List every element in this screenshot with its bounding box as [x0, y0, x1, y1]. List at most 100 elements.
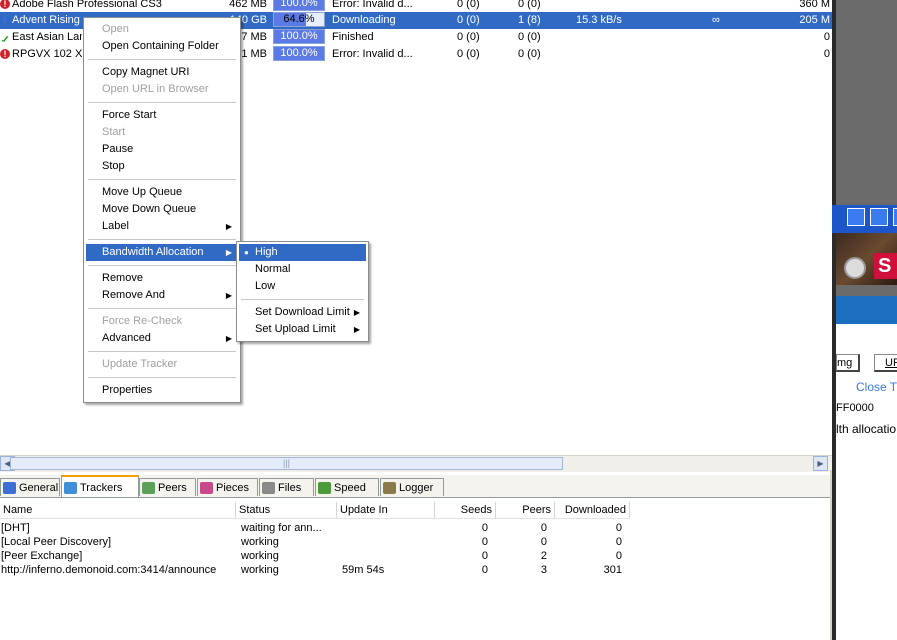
submenu-arrow-icon: ▶ [353, 325, 360, 334]
column-header-seeds[interactable]: Seeds [435, 502, 496, 518]
menu-item-remove-and[interactable]: Remove And ▶ [86, 287, 238, 304]
column-header-update-in[interactable]: Update In [337, 502, 435, 518]
column-header-status[interactable]: Status [236, 502, 337, 518]
menu-item-high[interactable]: High ● [239, 244, 366, 261]
menu-item-label: Update Tracker [102, 358, 178, 370]
checkmark-icon: ✓ [0, 33, 10, 42]
menu-separator [88, 179, 236, 180]
bandwidth-text: lth allocatio [836, 422, 897, 436]
trackers-icon [64, 482, 77, 494]
menu-separator [88, 102, 236, 103]
minimize-icon[interactable] [847, 208, 865, 226]
error-icon: ! [0, 49, 10, 59]
menu-item-start: Start [86, 124, 238, 141]
radio-dot-icon: ● [244, 248, 249, 257]
tab-trackers[interactable]: Trackers [61, 475, 139, 497]
close-icon[interactable] [893, 208, 897, 226]
page-content: mg UR Close T FF0000 lth allocatio [836, 324, 897, 640]
maximize-icon[interactable] [870, 208, 888, 226]
menu-item-label: Set Upload Limit [255, 323, 336, 335]
tracker-cell: 0 [481, 536, 488, 548]
menu-item-remove[interactable]: Remove [86, 270, 238, 287]
tracker-cell: waiting for ann... [241, 522, 322, 534]
scroll-right-button[interactable]: ▶ [813, 456, 828, 471]
torrent-uploaded: 0 [823, 31, 830, 43]
tracker-cell: [DHT] [1, 522, 30, 534]
progress-bar: 100.0% [273, 46, 325, 61]
menu-item-normal[interactable]: Normal [239, 261, 366, 278]
tab-label: Trackers [80, 482, 123, 494]
logger-icon [383, 482, 396, 494]
menu-item-force-start[interactable]: Force Start [86, 107, 238, 124]
menu-item-set-upload-limit[interactable]: Set Upload Limit ▶ [239, 321, 366, 338]
progress-label: 100.0% [280, 30, 318, 42]
bandwidth-allocation-submenu: High ● Normal Low Set Download Limit ▶ Set Upl… [236, 241, 369, 342]
tracker-row[interactable]: [Local Peer Discovery] working 0 0 0 [0, 535, 630, 549]
tracker-cell: 0 [481, 522, 488, 534]
progress-label: 100.0% [280, 0, 318, 9]
menu-item-label: Label [102, 220, 129, 232]
tracker-cell: 0 [481, 550, 488, 562]
tab-speed[interactable]: Speed [315, 478, 379, 496]
magnifier-icon [844, 257, 866, 279]
img-button[interactable]: mg [836, 354, 860, 372]
menu-item-label: High [255, 246, 278, 258]
tab-logger[interactable]: Logger [380, 478, 444, 496]
tracker-cell: 0 [540, 522, 547, 534]
scroll-thumb[interactable]: ||| [10, 457, 563, 470]
tab-pieces[interactable]: Pieces [197, 478, 258, 496]
menu-item-properties[interactable]: Properties [86, 382, 238, 399]
menu-item-label: Start [102, 126, 126, 138]
download-arrow-icon: ⬇ [0, 15, 10, 25]
tab-peers[interactable]: Peers [139, 478, 196, 496]
url-button[interactable]: UR [874, 354, 897, 372]
menu-item-advanced[interactable]: Advanced ▶ [86, 330, 238, 347]
banner-image: S [836, 233, 897, 285]
menu-item-label[interactable]: Label ▶ [86, 218, 238, 235]
torrent-seeds: 0 (0) [457, 14, 480, 26]
menu-separator [241, 299, 364, 300]
menu-item-pause[interactable]: Pause [86, 141, 238, 158]
torrent-peers: 0 (0) [518, 31, 541, 43]
menu-item-force-re-check: Force Re-Check [86, 313, 238, 330]
tracker-cell: [Peer Exchange] [1, 550, 83, 562]
tab-general[interactable]: General [0, 478, 60, 496]
menu-item-copy-magnet-uri[interactable]: Copy Magnet URI [86, 64, 238, 81]
column-header-peers[interactable]: Peers [496, 502, 555, 518]
tab-label: Pieces [216, 482, 250, 494]
menu-item-label: Remove [102, 272, 143, 284]
menu-item-bandwidth-allocation[interactable]: Bandwidth Allocation ▶ [86, 244, 238, 261]
color-code-text: FF0000 [836, 402, 874, 414]
horizontal-scrollbar[interactable]: ◀ ||| ▶ [0, 455, 832, 472]
menu-item-label: Bandwidth Allocation [102, 246, 204, 258]
menu-separator [88, 377, 236, 378]
tracker-cell: working [241, 550, 279, 562]
menu-item-stop[interactable]: Stop [86, 158, 238, 175]
menu-item-move-up-queue[interactable]: Move Up Queue [86, 184, 238, 201]
column-header-name[interactable]: Name [0, 502, 236, 518]
torrent-uploaded: 205 M [799, 14, 830, 26]
submenu-arrow-icon: ▶ [353, 308, 360, 317]
tracker-row[interactable]: [DHT] waiting for ann... 0 0 0 [0, 521, 630, 535]
menu-item-move-down-queue[interactable]: Move Down Queue [86, 201, 238, 218]
menu-item-label: Remove And [102, 289, 165, 301]
tracker-row[interactable]: http://inferno.demonoid.com:3414/announc… [0, 563, 630, 577]
menu-item-set-download-limit[interactable]: Set Download Limit ▶ [239, 304, 366, 321]
torrent-peers: 0 (0) [518, 48, 541, 60]
close-link[interactable]: Close T [856, 380, 897, 394]
background-window: S mg UR Close T FF0000 lth allocatio [832, 0, 897, 640]
tracker-cell: [Local Peer Discovery] [1, 536, 112, 548]
torrent-name: RPGVX 102 XW [12, 48, 82, 60]
submenu-arrow-icon: ▶ [225, 291, 232, 300]
torrent-eta: ∞ [712, 14, 720, 26]
tracker-row[interactable]: [Peer Exchange] working 0 2 0 [0, 549, 630, 563]
tab-label: Peers [158, 482, 187, 494]
tab-files[interactable]: Files [259, 478, 314, 496]
menu-item-label: Normal [255, 263, 291, 275]
tracker-cell: 0 [540, 536, 547, 548]
column-header-downloaded[interactable]: Downloaded [555, 502, 630, 518]
torrent-status: Error: Invalid d... [332, 48, 413, 60]
tracker-cell: http://inferno.demonoid.com:3414/announc… [1, 564, 217, 576]
menu-item-low[interactable]: Low [239, 278, 366, 295]
menu-item-open-containing-folder[interactable]: Open Containing Folder [86, 38, 238, 55]
